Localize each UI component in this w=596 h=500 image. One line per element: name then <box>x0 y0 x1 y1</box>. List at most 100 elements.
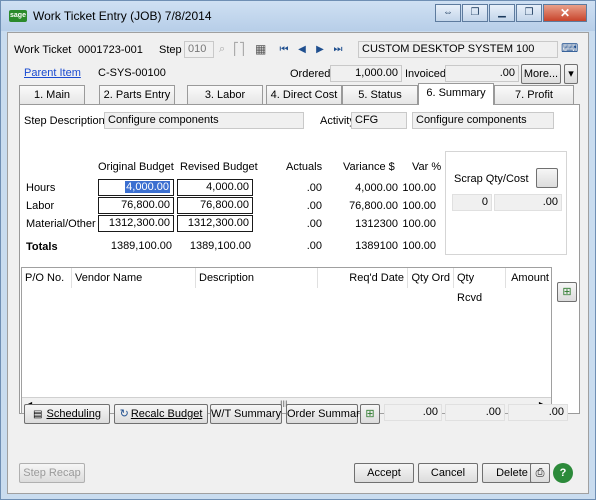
tab-status[interactable]: 5. Status <box>342 85 418 104</box>
wt-summary-button[interactable]: W/T Summary <box>210 404 282 424</box>
step-label: Step <box>159 44 182 56</box>
total-field-3: .00 <box>508 404 568 421</box>
help-icon[interactable]: ? <box>553 463 573 483</box>
accept-button[interactable]: Accept <box>354 463 414 483</box>
step-description-field: Configure components <box>104 112 304 129</box>
labor-variance: 76,800.00 <box>349 200 398 212</box>
activity-description-field: Configure components <box>412 112 554 129</box>
restore-arrows-button[interactable]: ⇔ <box>435 4 461 22</box>
step-recap-button[interactable]: Step Recap <box>19 463 85 483</box>
close-button[interactable]: ✕ <box>543 4 587 22</box>
labor-actuals: .00 <box>306 200 322 212</box>
ordered-field: 1,000.00 <box>330 65 402 82</box>
scrap-qty-field: 0 <box>452 194 492 211</box>
more-button[interactable]: More... <box>521 64 561 84</box>
tab-labor[interactable]: 3. Labor <box>187 85 263 104</box>
po-grid[interactable]: P/O No. Vendor Name Description Req'd Da… <box>21 267 552 414</box>
tab-main[interactable]: 1. Main <box>19 85 85 104</box>
material-actuals: .00 <box>306 218 322 230</box>
parent-item-link[interactable]: Parent Item <box>24 67 81 79</box>
order-zoom-button[interactable]: ⊞ <box>360 404 380 424</box>
title-bar: sage Work Ticket Entry (JOB) 7/8/2014 ⇔ … <box>1 1 595 31</box>
step-lookup-icon[interactable]: ⌕ <box>219 43 225 56</box>
description-column-header[interactable]: Description <box>196 268 318 288</box>
totals-original: 1389,100.00 <box>110 240 172 252</box>
next-record-icon[interactable]: ▶ <box>314 44 326 56</box>
last-record-icon[interactable]: ⏭ <box>332 44 344 56</box>
material-revised-input[interactable]: 1312,300.00 <box>177 215 253 232</box>
cancel-button[interactable]: Cancel <box>418 463 478 483</box>
recalc-budget-button[interactable]: ↻ Recalc Budget <box>114 404 208 424</box>
totals-revised: 1389,100.00 <box>189 240 251 252</box>
step-field[interactable]: 010 <box>184 41 214 58</box>
tab-direct-cost[interactable]: 4. Direct Cost <box>266 85 342 104</box>
totals-varpct: 100.00 <box>402 240 436 252</box>
labor-label: Labor <box>26 200 55 212</box>
print-button[interactable]: ⎙ <box>530 463 550 483</box>
tab-summary[interactable]: 6. Summary <box>418 83 494 105</box>
qty-rcvd-column-header[interactable]: Qty Rcvd <box>454 268 506 304</box>
variance-header: Variance $ <box>343 161 395 173</box>
revised-budget-header: Revised Budget <box>180 161 258 173</box>
scheduling-button[interactable]: ▤ Scheduling <box>24 404 110 424</box>
invoiced-field: .00 <box>445 65 519 82</box>
zoom-icon: ⊞ <box>365 408 375 420</box>
window-title: Work Ticket Entry (JOB) 7/8/2014 <box>33 9 212 23</box>
activity-label: Activity <box>320 115 355 127</box>
material-other-label: Material/Other <box>26 218 96 230</box>
keyboard-icon[interactable]: ⌨ <box>561 41 579 59</box>
material-varpct: 100.00 <box>402 218 436 230</box>
window-options-button[interactable]: ❐ <box>462 4 488 22</box>
scheduling-label: Scheduling <box>46 408 101 420</box>
invoiced-label: Invoiced <box>405 68 446 80</box>
hours-variance: 4,000.00 <box>355 182 398 194</box>
printer-icon: ⎙ <box>535 467 545 479</box>
sage-logo-icon: sage <box>9 10 27 22</box>
amount-column-header[interactable]: Amount <box>506 268 552 288</box>
maximize-button[interactable]: ❐ <box>516 4 542 22</box>
total-field-1: .00 <box>384 404 442 421</box>
summary-panel: Step Description Configure components Ac… <box>19 104 580 414</box>
qty-ord-column-header[interactable]: Qty Ord <box>408 268 454 288</box>
material-variance: 1312300 <box>355 218 398 230</box>
parent-item-value: C-SYS-00100 <box>98 67 166 79</box>
reqd-date-column-header[interactable]: Req'd Date <box>318 268 408 288</box>
ordered-label: Ordered <box>290 68 331 80</box>
totals-label: Totals <box>26 241 58 253</box>
first-record-icon[interactable]: ⏮ <box>278 44 290 56</box>
original-budget-header: Original Budget <box>98 161 174 173</box>
actuals-header: Actuals <box>286 161 323 173</box>
grid-expand-button[interactable]: ⊞ <box>557 282 577 302</box>
application-window: sage Work Ticket Entry (JOB) 7/8/2014 ⇔ … <box>0 0 596 500</box>
minimize-button[interactable]: ▁ <box>489 4 515 22</box>
form-body: Work Ticket 0001723-001 Step 010 ⌕ ⎡⎤ ▦ … <box>7 32 589 494</box>
scrap-detail-button[interactable] <box>536 168 558 188</box>
more-dropdown-button[interactable]: ▾ <box>564 64 578 84</box>
labor-original-input[interactable]: 76,800.00 <box>98 197 174 214</box>
zoom-icon: ⊞ <box>562 286 572 298</box>
vendor-name-column-header[interactable]: Vendor Name <box>72 268 196 288</box>
work-ticket-label: Work Ticket <box>14 44 72 56</box>
scrap-cost-field: .00 <box>494 194 562 211</box>
step-browse-icon[interactable]: ⎡⎤ <box>233 42 245 56</box>
hours-label: Hours <box>26 182 56 194</box>
scrap-qty-cost-label: Scrap Qty/Cost <box>454 173 529 185</box>
totals-variance: 1389100 <box>355 240 398 252</box>
tab-profit-analysis[interactable]: 7. Profit Analysis <box>494 85 574 119</box>
previous-record-icon[interactable]: ◀ <box>296 44 308 56</box>
hours-original-input[interactable]: 4,000.00 <box>98 179 174 196</box>
tab-parts-entry[interactable]: 2. Parts Entry <box>99 85 175 104</box>
hours-varpct: 100.00 <box>402 182 436 194</box>
recalc-budget-label: Recalc Budget <box>130 408 203 420</box>
description-field: CUSTOM DESKTOP SYSTEM 100 <box>358 41 558 58</box>
po-no-column-header[interactable]: P/O No. <box>22 268 72 288</box>
material-original-input[interactable]: 1312,300.00 <box>98 215 174 232</box>
total-field-2: .00 <box>445 404 505 421</box>
scheduling-icon: ▤ <box>33 409 43 420</box>
hours-revised-input[interactable]: 4,000.00 <box>177 179 253 196</box>
calendar-icon[interactable]: ▦ <box>255 42 266 56</box>
labor-revised-input[interactable]: 76,800.00 <box>177 197 253 214</box>
refresh-icon: ↻ <box>119 408 129 420</box>
order-summary-button[interactable]: Order Summary <box>286 404 365 424</box>
work-ticket-value: 0001723-001 <box>78 44 143 56</box>
